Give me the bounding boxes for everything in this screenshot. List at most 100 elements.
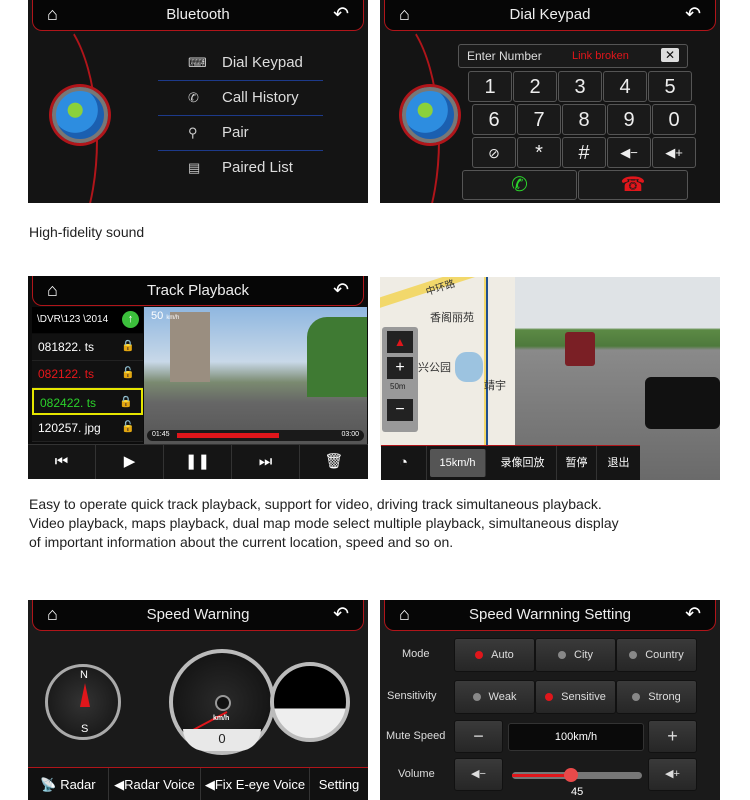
zoom-in-button[interactable]: + bbox=[387, 357, 413, 379]
back-icon[interactable]: ↶ bbox=[333, 3, 349, 26]
back-icon[interactable]: ↶ bbox=[685, 3, 701, 26]
key-star[interactable]: * bbox=[517, 137, 561, 168]
pause-button[interactable]: 暂停 bbox=[557, 446, 597, 480]
page-title: Speed Warnning Setting bbox=[468, 606, 632, 623]
sensitivity-option-weak[interactable]: Weak bbox=[454, 680, 535, 714]
key-6[interactable]: 6 bbox=[472, 104, 516, 135]
tab-label: Radar Voice bbox=[124, 777, 195, 792]
file-row[interactable]: 120257. jpg 🔓 bbox=[32, 415, 143, 442]
map-bottom-bar: ◔ 15km/h 录像回放 暂停 退出 bbox=[381, 445, 640, 480]
volume-up-button[interactable]: ◀+ bbox=[648, 758, 697, 791]
warning-tabs: 📡 Radar ◀Radar Voice ◀Fix E-eye Voice Se… bbox=[28, 767, 368, 800]
phone-call-icon: ✆ bbox=[511, 174, 528, 196]
poi-label: 香阁丽苑 bbox=[430, 312, 474, 324]
delete-button[interactable]: 🗑 bbox=[300, 445, 368, 479]
volume-up-key[interactable]: ◀+ bbox=[652, 137, 696, 168]
key-8[interactable]: 8 bbox=[562, 104, 606, 135]
volume-knob[interactable] bbox=[563, 768, 578, 782]
tab-fix-e-eye-voice[interactable]: ◀Fix E-eye Voice bbox=[201, 768, 310, 800]
key-0[interactable]: 0 bbox=[652, 104, 696, 135]
next-button[interactable]: ⏭ bbox=[232, 445, 300, 479]
tab-label: Fix E-eye Voice bbox=[214, 777, 306, 792]
mute-speed-label: Mute Speed bbox=[386, 730, 446, 742]
radio-indicator bbox=[558, 651, 567, 659]
caption-line: of important information about the curre… bbox=[29, 534, 454, 550]
key-1[interactable]: 1 bbox=[468, 71, 512, 102]
mute-speed-decrease[interactable]: − bbox=[454, 720, 503, 753]
volume-down-key[interactable]: ◀− bbox=[607, 137, 651, 168]
speedometer-gauge: km/h 0 bbox=[169, 649, 275, 755]
key-hash[interactable]: # bbox=[562, 137, 606, 168]
key-label: 8 bbox=[578, 109, 590, 131]
play-button[interactable]: ▶ bbox=[96, 445, 164, 479]
poi-label: 靖宇 bbox=[484, 380, 506, 392]
volume-slider[interactable] bbox=[512, 768, 642, 782]
paired-list-icon: ▤ bbox=[188, 160, 201, 175]
file-row[interactable]: 081822. ts 🔒 bbox=[32, 334, 143, 361]
menu-label: Dial Keypad bbox=[222, 54, 303, 71]
track-playback-screen: ⌂ Track Playback ↶ \DVR\123 \2014 ↑ 0818… bbox=[28, 276, 368, 479]
speed-value: 0 bbox=[218, 731, 226, 746]
zoom-out-button[interactable]: − bbox=[387, 399, 413, 421]
speed-overlay: 50 km/h bbox=[151, 310, 179, 322]
lock-icon[interactable]: 🔒 bbox=[121, 339, 135, 352]
file-row[interactable]: 082422. ts 🔒 bbox=[32, 388, 143, 415]
key-5[interactable]: 5 bbox=[648, 71, 692, 102]
back-icon[interactable]: ↶ bbox=[333, 603, 349, 626]
key-9[interactable]: 9 bbox=[607, 104, 651, 135]
exit-button[interactable]: 退出 bbox=[597, 446, 640, 480]
key-2[interactable]: 2 bbox=[513, 71, 557, 102]
folder-up-icon[interactable]: ↑ bbox=[122, 311, 139, 328]
mode-option-country[interactable]: Country bbox=[616, 638, 697, 672]
key-label: 9 bbox=[623, 109, 635, 131]
pause-button[interactable]: ❚❚ bbox=[164, 445, 232, 479]
menu-item-call-history[interactable]: ✆ Call History bbox=[158, 81, 323, 116]
progress-bar[interactable]: 01:45 03:00 bbox=[147, 430, 364, 441]
hangup-button[interactable]: ☎ bbox=[578, 170, 688, 200]
unlock-icon[interactable]: 🔓 bbox=[121, 420, 135, 433]
volume-down-button[interactable]: ◀− bbox=[454, 758, 503, 791]
header: ⌂ Speed Warnning Setting ↶ bbox=[384, 600, 716, 631]
caption-playback: Easy to operate quick track playback, su… bbox=[29, 495, 619, 552]
key-3[interactable]: 3 bbox=[558, 71, 602, 102]
mode-option-auto[interactable]: Auto bbox=[454, 638, 535, 672]
menu-label: Call History bbox=[222, 89, 299, 106]
volume-down-icon: ◀− bbox=[620, 145, 638, 160]
record-playback-button[interactable]: 录像回放 bbox=[489, 446, 557, 480]
backspace-icon[interactable]: ✕ bbox=[660, 48, 679, 62]
key-4[interactable]: 4 bbox=[603, 71, 647, 102]
compass-needle bbox=[80, 683, 90, 707]
tab-setting[interactable]: Setting bbox=[310, 768, 368, 800]
sensitivity-option-sensitive[interactable]: Sensitive bbox=[535, 680, 616, 714]
key-label: 6 bbox=[488, 109, 500, 131]
mode-option-city[interactable]: City bbox=[535, 638, 616, 672]
compass-button[interactable]: ▲ bbox=[387, 331, 413, 353]
speed-warning-screen: ⌂ Speed Warning ↶ N S km/h 0 📡 Radar ◀Ra… bbox=[28, 600, 368, 800]
menu-item-paired-list[interactable]: ▤ Paired List bbox=[158, 151, 323, 186]
tab-radar-voice[interactable]: ◀Radar Voice bbox=[109, 768, 201, 800]
menu-item-pair[interactable]: ⚲ Pair bbox=[158, 116, 323, 151]
sensitivity-option-strong[interactable]: Strong bbox=[616, 680, 697, 714]
map-scale: 50m bbox=[390, 382, 406, 391]
page-title: Track Playback bbox=[147, 282, 249, 299]
pause-icon: ❚❚ bbox=[184, 453, 211, 470]
speaker-icon: ◀ bbox=[204, 777, 215, 792]
back-icon[interactable]: ↶ bbox=[333, 279, 349, 302]
speedometer-button[interactable]: ◔ bbox=[381, 446, 427, 480]
back-icon[interactable]: ↶ bbox=[685, 603, 701, 626]
speaker-icon: ◀ bbox=[114, 777, 125, 792]
key-7[interactable]: 7 bbox=[517, 104, 561, 135]
key-label: 5 bbox=[664, 76, 676, 98]
file-row[interactable]: 082122. ts 🔓 bbox=[32, 361, 143, 388]
mute-speed-increase[interactable]: + bbox=[648, 720, 697, 753]
tab-radar[interactable]: 📡 Radar bbox=[28, 768, 109, 800]
call-button[interactable]: ✆ bbox=[462, 170, 577, 200]
speed-display: 15km/h bbox=[430, 449, 486, 477]
key-label: 0 bbox=[668, 109, 680, 131]
previous-button[interactable]: ⏮ bbox=[28, 445, 96, 479]
mute-mic-key[interactable]: ⊘ bbox=[472, 137, 516, 168]
menu-item-dial-keypad[interactable]: ⌨ Dial Keypad bbox=[158, 46, 323, 81]
unlock-icon[interactable]: 🔓 bbox=[121, 366, 135, 379]
number-input[interactable]: Enter Number Link broken ✕ bbox=[458, 44, 688, 68]
lock-icon[interactable]: 🔒 bbox=[119, 395, 133, 408]
